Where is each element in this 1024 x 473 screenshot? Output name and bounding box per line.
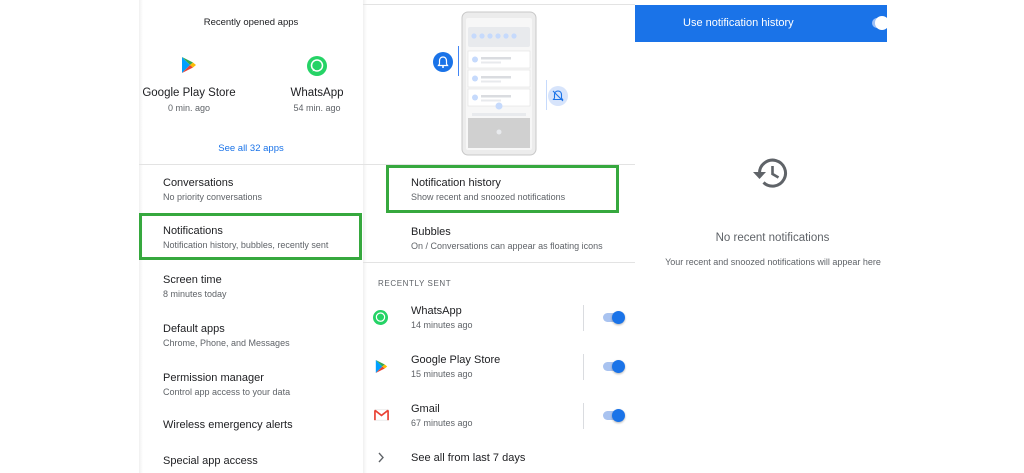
divider [583, 305, 584, 331]
divider [139, 164, 363, 165]
recent-app-name: Google Play Store [142, 87, 236, 99]
item-subtitle: Chrome, Phone, and Messages [163, 338, 290, 348]
recent-app-time: 0 min. ago [167, 103, 211, 113]
bubbles-item[interactable]: Bubbles On / Conversations can appear as… [363, 217, 635, 259]
chevron-right-icon [378, 452, 384, 463]
divider [583, 403, 584, 429]
recent-app-play-store[interactable]: Google Play Store 0 min. ago [139, 54, 239, 116]
whatsapp-notifications-toggle[interactable] [601, 310, 627, 326]
recent-apps-header: Recently opened apps [203, 17, 299, 28]
bell-off-icon [548, 86, 568, 106]
recent-app-name: Google Play Store [411, 354, 501, 366]
play-store-notifications-toggle[interactable] [601, 359, 627, 375]
empty-state-subtitle: Your recent and snoozed notifications wi… [665, 257, 881, 267]
item-subtitle: 8 minutes today [163, 289, 227, 299]
item-subtitle: On / Conversations can appear as floatin… [411, 241, 603, 251]
gmail-notifications-toggle[interactable] [601, 408, 627, 424]
whatsapp-icon [307, 56, 327, 76]
notification-history-panel: Use notification history No recent notif… [635, 0, 887, 473]
highlight-box [139, 213, 362, 260]
divider [363, 262, 635, 263]
apps-notifications-panel: Recently opened apps Google Play Store 0… [139, 0, 363, 473]
gmail-icon [374, 409, 389, 421]
item-subtitle: Control app access to your data [163, 387, 291, 397]
recent-app-name: WhatsApp [290, 87, 344, 99]
settings-item-screen-time[interactable]: Screen time 8 minutes today [139, 266, 363, 306]
see-all-apps-link[interactable]: See all 32 apps [139, 143, 363, 154]
recent-app-time: 14 minutes ago [411, 320, 473, 330]
settings-item-conversations[interactable]: Conversations No priority conversations [139, 168, 363, 208]
recent-app-time: 15 minutes ago [411, 369, 473, 379]
bell-active-icon [433, 52, 453, 72]
notification-illustration [461, 11, 537, 156]
history-icon [753, 158, 787, 188]
item-title: Bubbles [411, 226, 451, 238]
indicator-line [546, 80, 547, 110]
item-title: Special app access [163, 455, 258, 467]
recent-app-name: WhatsApp [411, 305, 462, 317]
indicator-line [458, 46, 459, 76]
settings-item-permission-manager[interactable]: Permission manager Control app access to… [139, 363, 363, 403]
item-title: Permission manager [163, 372, 264, 384]
item-title: Wireless emergency alerts [163, 419, 293, 431]
item-title: Screen time [163, 274, 222, 286]
use-history-label: Use notification history [683, 17, 794, 29]
use-history-toggle[interactable] [872, 16, 887, 30]
item-title: Default apps [163, 323, 225, 335]
divider [583, 354, 584, 380]
recent-app-row-play-store[interactable]: Google Play Store 15 minutes ago [363, 351, 635, 385]
item-title: Conversations [163, 177, 234, 189]
recent-app-time: 67 minutes ago [411, 418, 473, 428]
item-subtitle: No priority conversations [163, 192, 263, 202]
settings-item-default-apps[interactable]: Default apps Chrome, Phone, and Messages [139, 314, 363, 354]
divider [363, 4, 635, 5]
toggle-knob [875, 16, 887, 30]
use-history-bar[interactable]: Use notification history [635, 5, 887, 42]
whatsapp-icon [373, 310, 388, 325]
recent-app-row-whatsapp[interactable]: WhatsApp 14 minutes ago [363, 302, 635, 336]
see-all-last-7-days[interactable]: See all from last 7 days [363, 446, 635, 470]
settings-item-emergency-alerts[interactable]: Wireless emergency alerts [139, 412, 363, 442]
play-store-icon [182, 57, 196, 73]
recent-app-name: Gmail [411, 403, 440, 415]
recent-app-time: 54 min. ago [293, 103, 341, 113]
recent-app-whatsapp[interactable]: WhatsApp 54 min. ago [267, 54, 363, 116]
see-all-label: See all from last 7 days [411, 452, 526, 464]
recently-sent-header: RECENTLY SENT [378, 279, 452, 288]
settings-item-special-access[interactable]: Special app access [139, 448, 363, 473]
highlight-box [386, 165, 619, 213]
notifications-panel: Notification history Show recent and sno… [363, 0, 635, 473]
play-store-icon [375, 360, 388, 373]
recent-app-row-gmail[interactable]: Gmail 67 minutes ago [363, 400, 635, 434]
empty-state-title: No recent notifications [715, 232, 830, 244]
